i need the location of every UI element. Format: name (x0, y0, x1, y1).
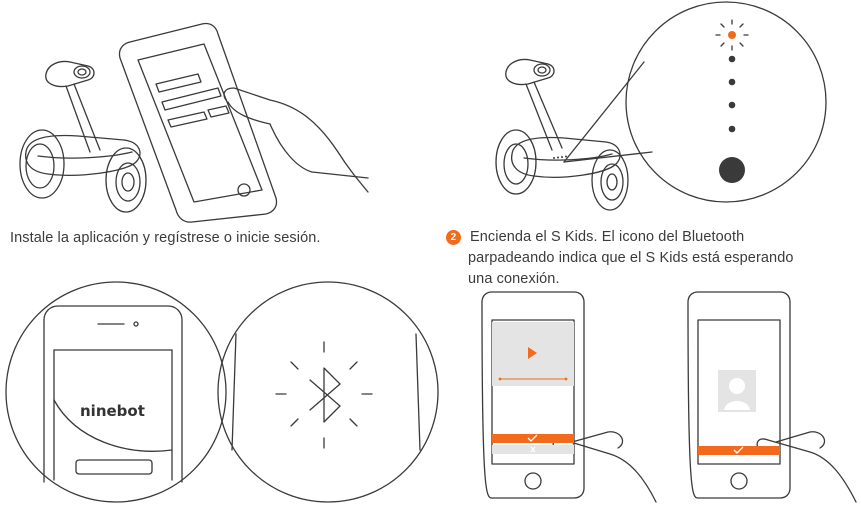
step2-caption-line2: parpadeando indica que el S Kids está es… (468, 250, 794, 266)
step2-caption-line1: Encienda el S Kids. El icono del Bluetoo… (470, 229, 745, 245)
pairing-phones-illustration (481, 291, 857, 503)
step-number-badge: 2 (446, 230, 461, 245)
step1-caption: Instale la aplicación y regístrese o ini… (10, 230, 321, 246)
app-bluetooth-illustration: ninebot (5, 281, 439, 503)
ninebot-logo-text: ninebot (80, 402, 145, 420)
step2-caption-line3: una conexión. (468, 271, 560, 287)
scooter-phone-illustration (19, 22, 369, 223)
scooter-indicator-illustration (495, 1, 827, 211)
step2-caption: 2 Encienda el S Kids. El icono del Blueto… (446, 227, 856, 290)
